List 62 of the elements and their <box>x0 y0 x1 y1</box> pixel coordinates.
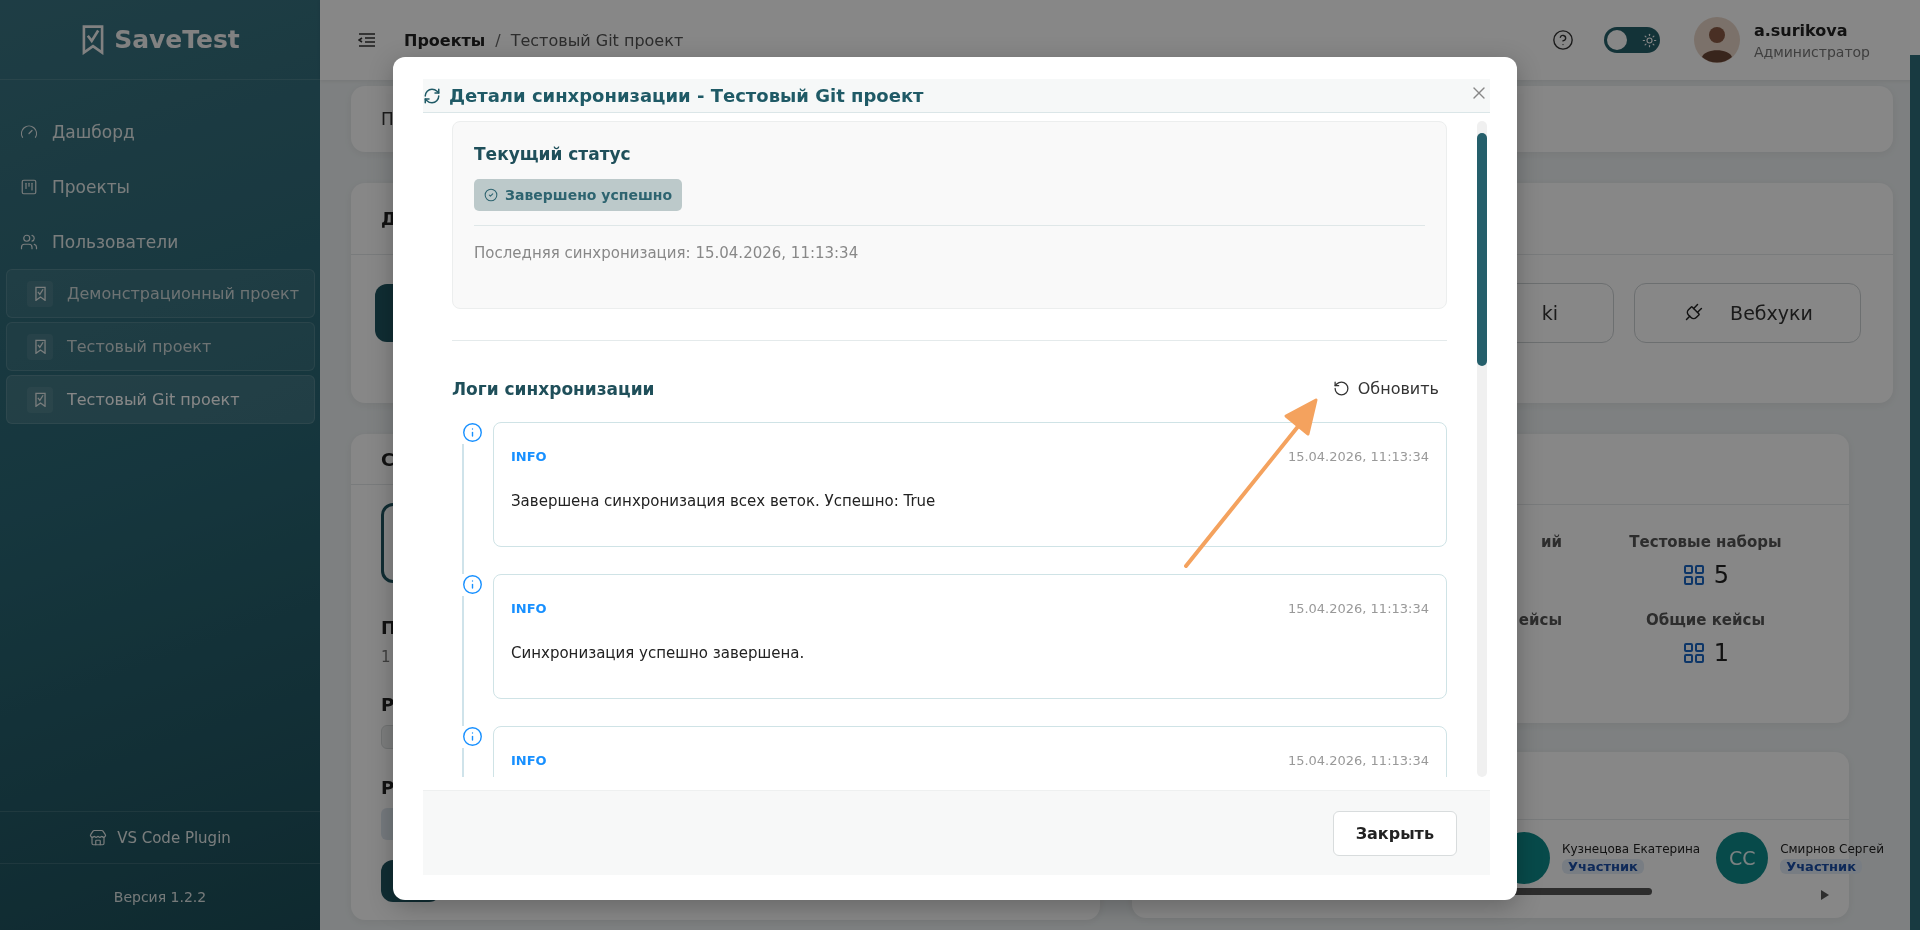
kanban-icon <box>20 177 38 196</box>
last-sync-text: Последняя синхронизация: 15.04.2026, 11:13:34 <box>474 244 860 262</box>
app-logo: SaveTest <box>114 25 240 54</box>
breadcrumb-separator: / <box>495 30 501 50</box>
member-avatar: СС <box>1716 832 1769 884</box>
refresh-button[interactable]: Обновить <box>1324 377 1447 400</box>
dialog-title: Детали синхронизации - Тестовый Git проект <box>449 85 924 106</box>
user-role: Администратор <box>1753 43 1870 60</box>
nav-item[interactable]: Дашборд <box>6 104 315 159</box>
help-icon[interactable] <box>1551 29 1574 51</box>
stat-value: 1 <box>1713 639 1730 667</box>
stat-value: 5 <box>1713 561 1730 589</box>
nav-item[interactable]: Проекты <box>6 159 315 214</box>
info-icon <box>462 574 483 595</box>
version-text: Версия 1.2.2 <box>113 889 207 905</box>
page-scrollbar[interactable] <box>1910 55 1920 930</box>
stat-label: ий <box>1540 533 1562 551</box>
card-title: С <box>381 448 395 470</box>
theme-toggle[interactable] <box>1603 27 1660 53</box>
log-level: INFO <box>511 449 547 464</box>
log-message: Синхронизация успешно завершена. <box>511 644 806 662</box>
gauge-icon <box>20 122 38 141</box>
log-time: 15.04.2026, 11:13:34 <box>1287 449 1429 464</box>
grid-icon <box>1681 563 1706 587</box>
store-icon <box>89 828 108 847</box>
plugin-link[interactable]: VS Code Plugin <box>0 812 320 864</box>
info-icon <box>462 726 483 747</box>
log-time: 15.04.2026, 11:13:34 <box>1287 753 1429 768</box>
section-title: Логи синхронизации <box>452 378 655 399</box>
menu-collapse-icon[interactable] <box>358 32 376 48</box>
log-time: 15.04.2026, 11:13:34 <box>1287 601 1429 616</box>
field-label: Р <box>381 777 395 798</box>
member-name: Смирнов Сергей <box>1780 842 1884 856</box>
card-text: П <box>381 109 394 129</box>
user-avatar[interactable] <box>1693 17 1740 63</box>
refresh-icon <box>1332 380 1350 397</box>
stat-label: Общие кейсы <box>1645 611 1765 629</box>
section-title: Текущий статус <box>474 144 632 164</box>
grid-icon <box>1681 641 1706 665</box>
field-value: 1 <box>381 648 391 666</box>
sun-icon <box>1641 32 1657 48</box>
user-name: a.surikova <box>1753 20 1849 40</box>
log-message: Завершена синхронизация всех веток. Успешно: True <box>511 492 937 510</box>
member-name: Кузнецова Екатерина <box>1562 842 1701 856</box>
sync-icon <box>423 86 441 105</box>
log-level: INFO <box>511 601 547 616</box>
field-label: Р <box>381 694 395 715</box>
close-button[interactable]: Закрыть <box>1332 810 1457 856</box>
role-tag: Участник <box>1562 859 1644 874</box>
breadcrumb: Тестовый Git проект <box>510 30 684 50</box>
scrollbar-thumb[interactable] <box>1477 133 1487 366</box>
stat-label: Тестовые наборы <box>1629 533 1782 551</box>
breadcrumb[interactable]: Проекты <box>404 30 486 50</box>
stat-label: ейсы <box>1518 611 1562 629</box>
users-icon <box>20 232 38 251</box>
webhooks-button[interactable]: Вебхуки <box>1634 283 1861 343</box>
log-level: INFO <box>511 753 547 768</box>
info-icon <box>462 422 483 443</box>
role-tag: Участник <box>1780 859 1863 874</box>
scroll-right-icon[interactable] <box>1821 890 1829 900</box>
status-badge: Завершено успешно <box>474 179 683 211</box>
nav-item[interactable]: Пользователи <box>6 214 315 269</box>
